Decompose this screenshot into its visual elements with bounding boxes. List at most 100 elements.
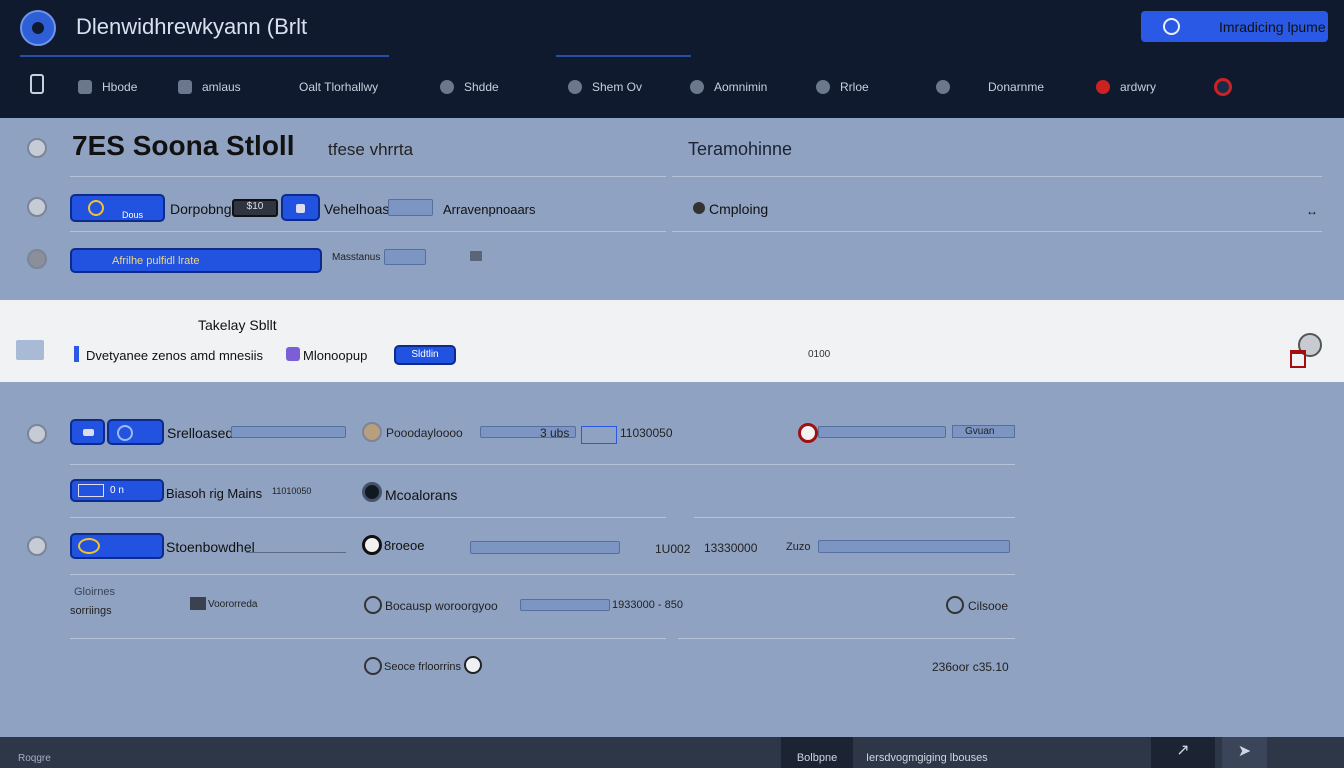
circle-icon — [440, 80, 454, 94]
coin-icon — [78, 538, 100, 554]
divider — [70, 464, 1015, 465]
status-bar — [0, 737, 1344, 768]
footer-tab[interactable]: Bolbpne — [781, 737, 853, 768]
selected-row[interactable] — [0, 300, 1344, 382]
square-icon — [296, 204, 305, 213]
nav-item-3[interactable]: Oalt Tlorhallwy — [299, 76, 378, 98]
top-action-label: Imradicing lpume — [1219, 19, 1326, 35]
divider — [672, 231, 1322, 232]
record-icon[interactable] — [1214, 78, 1232, 96]
list-caption-sub: sorriings — [70, 605, 112, 617]
app-title: Dlenwidhrewkyann (Brlt — [76, 14, 308, 39]
nav-item-2[interactable]: amlaus — [178, 76, 241, 98]
alert-icon — [1096, 80, 1110, 94]
row-label: Masstanus — [332, 252, 381, 263]
title-underline-accent — [556, 55, 691, 57]
list-mid: Mcoalorans — [385, 487, 458, 503]
avatar-icon — [362, 422, 382, 442]
radio-icon[interactable] — [362, 535, 382, 555]
nav-menu-icon[interactable] — [30, 74, 44, 94]
nav-item-9[interactable]: ardwry — [1096, 76, 1156, 98]
field-label: Vehelhoasb — [324, 201, 398, 217]
app-logo-icon[interactable] — [20, 10, 56, 46]
list-action-button[interactable] — [70, 419, 105, 445]
list-right-field[interactable] — [818, 540, 1010, 553]
clock-icon — [364, 596, 382, 614]
arrow-icon[interactable]: ↔ — [1306, 204, 1318, 218]
list-action-button[interactable]: 0 n — [70, 479, 164, 502]
small-action-button[interactable] — [281, 194, 320, 221]
nav-item-8[interactable]: Donarnme — [936, 76, 1044, 98]
nav-item-home[interactable]: Hbode — [78, 76, 137, 98]
footer-text: Iersdvogmgiging lbouses — [866, 752, 988, 764]
list-select[interactable] — [581, 426, 617, 444]
row-icon — [27, 197, 47, 217]
list-mid-number: 1933000 - 850 — [612, 599, 683, 611]
folder-icon — [16, 340, 44, 360]
list-label: Stoenbowdhel — [166, 539, 255, 555]
list-mid: Pooodayloooo — [386, 426, 463, 440]
selection-marker — [74, 346, 79, 362]
divider — [70, 517, 666, 518]
row-icon — [27, 424, 47, 444]
divider — [678, 638, 1015, 639]
divider — [672, 176, 1322, 177]
nav-item-5[interactable]: Shem Ov — [568, 76, 642, 98]
divider — [70, 638, 666, 639]
lens-icon — [362, 482, 382, 502]
globe-icon — [568, 80, 582, 94]
strip-button[interactable]: Sldtlin — [394, 345, 456, 365]
nav-item-6[interactable]: Aomnimin — [690, 76, 767, 98]
strip-text: Dvetyanee zenos amd mnesiis — [86, 348, 264, 363]
send-icon[interactable]: ➤ — [1222, 737, 1267, 768]
row-action-button[interactable]: Dous — [70, 194, 165, 222]
user-icon — [690, 80, 704, 94]
ring-icon — [117, 425, 133, 441]
right-label: Arravenpnoaars — [443, 202, 536, 217]
divider — [70, 176, 666, 177]
list-tag: Zuzo — [786, 541, 811, 553]
list-right-field[interactable] — [818, 426, 946, 438]
status-label: Cmploing — [709, 201, 769, 217]
nav-item-4[interactable]: Shdde — [440, 76, 499, 98]
field-input[interactable] — [388, 199, 433, 216]
settings-icon — [816, 80, 830, 94]
list-mid-value: 3 ubs — [540, 426, 570, 440]
top-action-button[interactable]: Imradicing lpume — [1141, 11, 1328, 42]
trash-icon[interactable] — [1290, 350, 1306, 368]
row-icon — [27, 138, 47, 158]
page-title: 7ES Soona Stloll — [72, 130, 295, 161]
list-label: Biasoh rig Mains — [166, 486, 263, 501]
image-icon — [470, 251, 482, 261]
nav-item-7[interactable]: Rrloe — [816, 76, 869, 98]
divider — [694, 517, 1015, 518]
status-text: Roqgre — [18, 753, 51, 764]
list-mid-field[interactable] — [470, 541, 620, 554]
record-icon[interactable] — [798, 423, 818, 443]
list-right: Cilsooe — [968, 599, 1009, 613]
expand-icon[interactable]: ↗ — [1151, 737, 1215, 768]
tag-icon — [286, 347, 300, 361]
file-icon — [190, 597, 206, 610]
list-mid-small: Voororreda — [208, 599, 258, 610]
list-field[interactable] — [231, 426, 346, 438]
field-underline — [246, 552, 346, 553]
status-dot-icon — [693, 202, 705, 214]
list-caption: Gloirnes — [74, 586, 115, 598]
list-mid-field[interactable] — [520, 599, 610, 611]
list-label: Srelloased — [167, 425, 234, 441]
display-icon — [78, 484, 104, 497]
list-toggle-button[interactable] — [107, 419, 164, 445]
page-subtitle: tfese vhrrta — [328, 140, 414, 159]
search-icon[interactable] — [464, 656, 482, 674]
list-mid: Bocausp woroorgyoo — [385, 599, 498, 613]
coin-icon — [88, 200, 104, 216]
grid-icon — [178, 80, 192, 94]
box-icon — [83, 429, 94, 436]
list-right-tag[interactable]: Gvuan — [952, 425, 1015, 438]
divider — [70, 231, 666, 232]
list-action-button[interactable] — [70, 533, 164, 559]
small-input[interactable] — [384, 249, 426, 265]
primary-input-button[interactable]: Afrilhe pulfidl lrate — [70, 248, 322, 273]
clock-icon — [364, 657, 382, 675]
